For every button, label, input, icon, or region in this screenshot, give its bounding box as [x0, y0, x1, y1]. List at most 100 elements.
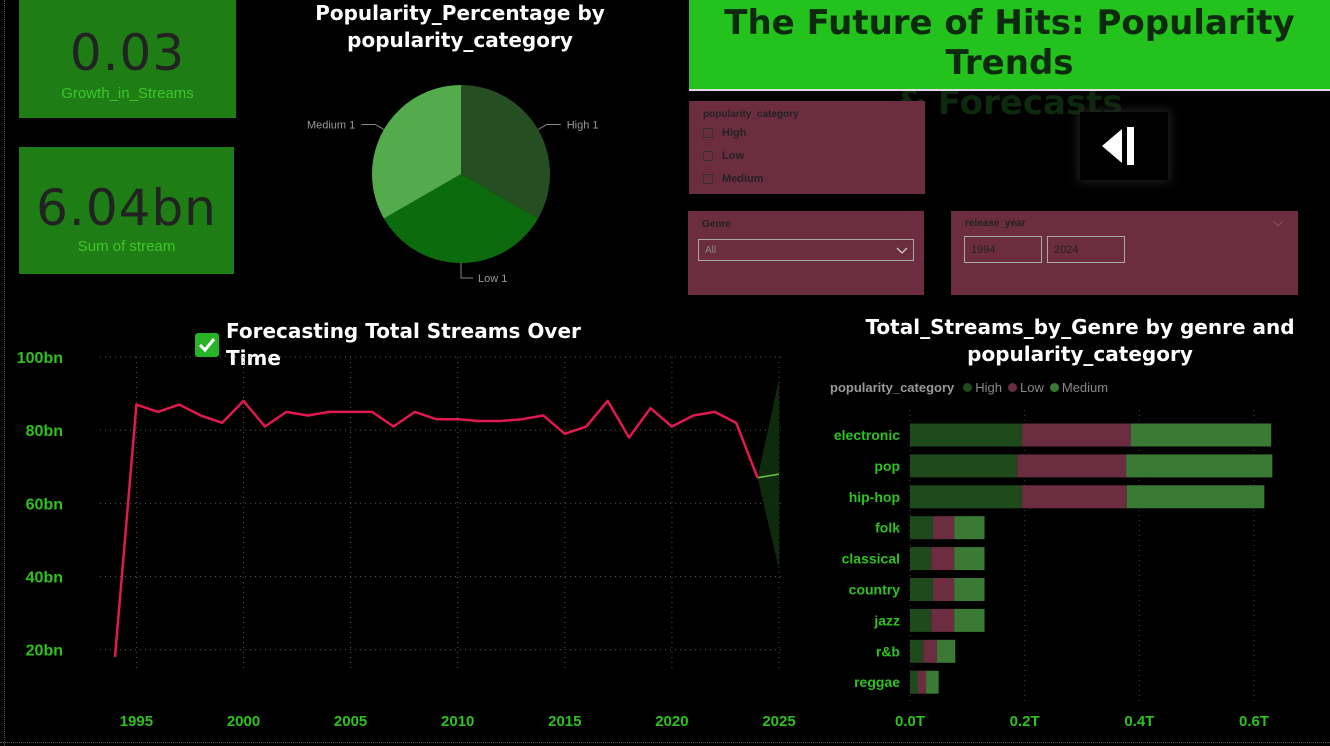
slicer-header: popularity_category — [703, 109, 799, 120]
slicer-header: release_year — [965, 218, 1026, 229]
kpi-card-sum-stream[interactable]: 6.04bn Sum of stream — [19, 147, 234, 274]
checkbox[interactable] — [703, 128, 713, 138]
bar-segment-high[interactable] — [910, 485, 1022, 509]
genre-slicer: Genre All — [688, 211, 924, 295]
x-tick-label: 2025 — [762, 713, 795, 730]
legend-dot — [963, 383, 973, 392]
genre-dropdown[interactable]: All — [698, 239, 914, 261]
legend-label: Low — [1020, 380, 1044, 395]
x-tick-label: 1995 — [120, 713, 153, 730]
x-tick-label: 2010 — [441, 713, 474, 730]
kpi-sum-value: 6.04bn — [36, 179, 217, 237]
dashboard-title-banner: The Future of Hits: Popularity Trends & … — [689, 0, 1330, 123]
checkbox[interactable] — [703, 151, 713, 161]
bar-segment-low[interactable] — [1017, 454, 1127, 478]
bar-segment-high[interactable] — [910, 547, 932, 571]
bar-segment-low[interactable] — [932, 578, 955, 601]
line-chart[interactable]: 20bn 40bn 60bn 80bn 100bn 1995 2000 2005 2010 201… — [0, 340, 800, 740]
bar-segment-medium[interactable] — [954, 547, 985, 571]
bar-segment-low[interactable] — [931, 608, 955, 632]
bar-segment-low[interactable] — [1021, 423, 1131, 447]
legend-label: High — [975, 380, 1003, 395]
legend-item-medium[interactable]: Medium — [1049, 380, 1108, 395]
bar-segment-low[interactable] — [1021, 485, 1127, 509]
bar-segment-high[interactable] — [910, 516, 933, 540]
bar-segment-high[interactable] — [910, 608, 932, 632]
bar-title-line2: popularity_category — [967, 342, 1193, 366]
bar-segment-medium[interactable] — [1126, 454, 1273, 478]
slicer-option-label: Medium — [722, 173, 764, 185]
category-label: electronic — [834, 427, 900, 443]
slicer-option-low[interactable]: Low — [703, 150, 744, 162]
bar-segment-low[interactable] — [918, 670, 927, 694]
pie-data-label: Medium 1 — [307, 120, 355, 132]
y-tick-label: 60bn — [26, 496, 63, 513]
slicer-option-label: High — [722, 127, 747, 139]
kpi-growth-value: 0.03 — [69, 24, 186, 82]
bar-chart-legend: popularity_category High Low Medium — [830, 380, 1114, 395]
pie-chart[interactable]: High 1 Low 1 Medium 1 — [290, 70, 640, 290]
slicer-option-high[interactable]: High — [703, 127, 746, 139]
category-label: jazz — [873, 612, 900, 628]
slicer-option-medium[interactable]: Medium — [703, 173, 764, 185]
pie-chart-title: Popularity_Percentage by popularity_cate… — [300, 0, 620, 54]
category-label: r&b — [876, 643, 900, 659]
banner-underline — [689, 89, 1330, 91]
category-label: reggae — [854, 674, 900, 690]
legend-item-high[interactable]: High — [963, 380, 1002, 395]
category-label: pop — [874, 458, 900, 474]
bar-segment-medium[interactable] — [1130, 423, 1272, 447]
x-tick-label: 2005 — [334, 713, 367, 730]
bar-segment-medium[interactable] — [926, 670, 939, 694]
bar-segment-low[interactable] — [923, 639, 937, 663]
category-label: folk — [875, 520, 900, 536]
x-tick-label: 0.4T — [1124, 713, 1154, 730]
y-tick-label: 80bn — [26, 423, 63, 440]
checkbox[interactable] — [703, 174, 713, 184]
chevron-down-icon[interactable] — [1272, 220, 1284, 228]
kpi-sum-label: Sum of stream — [77, 238, 176, 255]
category-label: hip-hop — [849, 489, 900, 505]
pie-title-line1: Popularity_Percentage by — [315, 1, 605, 25]
bar-segment-high[interactable] — [910, 670, 919, 694]
kpi-card-growth[interactable]: 0.03 Growth_in_Streams — [19, 0, 236, 118]
slicer-header: Genre — [702, 219, 731, 230]
play-axis-button[interactable] — [1080, 112, 1168, 180]
category-label: country — [849, 582, 901, 598]
legend-item-low[interactable]: Low — [1008, 380, 1044, 395]
bar-segment-medium[interactable] — [1126, 485, 1265, 509]
y-tick-label: 40bn — [26, 570, 63, 587]
year-start-input[interactable]: 1994 — [964, 236, 1042, 263]
pie-leader-line — [361, 124, 385, 130]
x-tick-label: 2015 — [548, 713, 581, 730]
bar-chart-title: Total_Streams_by_Genre by genre and popu… — [850, 314, 1310, 368]
pie-leader-line — [460, 263, 473, 279]
slicer-option-label: Low — [722, 150, 744, 162]
bar-segment-low[interactable] — [931, 547, 955, 571]
bar-segment-high[interactable] — [910, 423, 1022, 447]
legend-dot — [1008, 383, 1018, 392]
pie-data-label: Low 1 — [478, 273, 507, 285]
bar-segment-medium[interactable] — [954, 578, 985, 601]
popularity-category-slicer: popularity_category High Low Medium — [689, 101, 925, 194]
bar-chart[interactable]: 0.0T 0.2T 0.4T 0.6T electronic pop hip-hop folk… — [820, 405, 1320, 745]
bar-segment-medium[interactable] — [936, 639, 956, 663]
bar-segment-high[interactable] — [910, 639, 924, 663]
genre-dropdown-value: All — [705, 245, 717, 256]
play-back-icon — [1102, 127, 1134, 165]
year-end-input[interactable]: 2024 — [1047, 236, 1125, 263]
pie-data-label: High 1 — [567, 120, 599, 132]
release-year-slicer: release_year 1994 2024 — [951, 211, 1298, 295]
dashboard-title-line1: The Future of Hits: Popularity Trends — [724, 3, 1295, 83]
pie-title-line2: popularity_category — [347, 28, 573, 52]
bar-segment-low[interactable] — [932, 516, 955, 540]
legend-dot — [1049, 383, 1059, 392]
x-tick-label: 0.6T — [1239, 713, 1269, 730]
x-tick-label: 2020 — [655, 713, 688, 730]
series-line-streams[interactable] — [113, 399, 759, 658]
legend-title: popularity_category — [830, 380, 955, 395]
bar-segment-high[interactable] — [910, 454, 1018, 478]
bar-segment-medium[interactable] — [954, 608, 985, 632]
bar-segment-medium[interactable] — [954, 516, 985, 540]
bar-segment-high[interactable] — [910, 578, 933, 601]
